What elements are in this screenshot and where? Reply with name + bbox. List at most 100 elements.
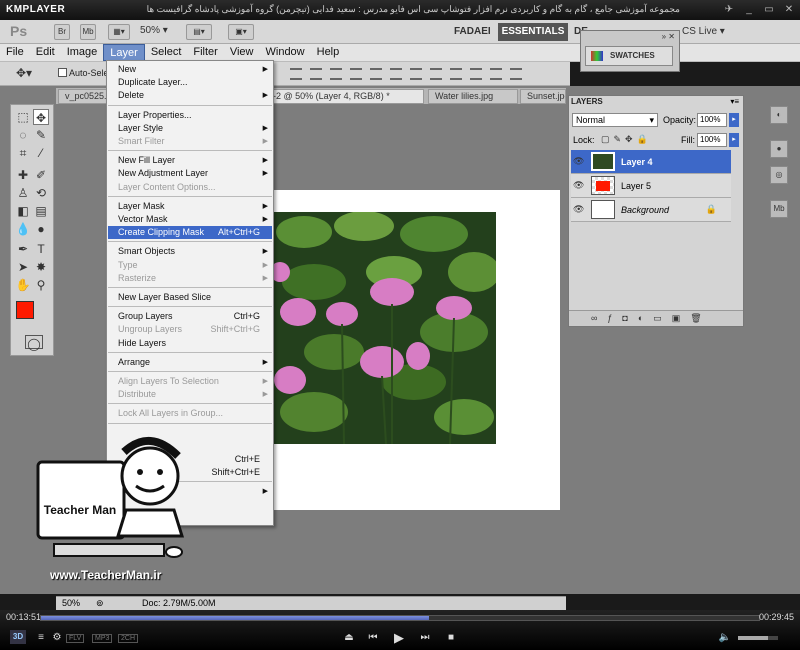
zoom-tool-icon[interactable]: ⚲	[33, 277, 49, 293]
volume-slider[interactable]	[738, 636, 778, 640]
distribute-bottom-icon[interactable]	[450, 68, 462, 80]
layer-menu-arrange[interactable]: Arrange ▶	[108, 356, 272, 369]
menu-view[interactable]: View	[224, 44, 260, 61]
gradient-tool-icon[interactable]: ▤	[33, 203, 49, 219]
layer-row-layer-4[interactable]: 👁 Layer 4	[571, 150, 731, 174]
seek-bar[interactable]	[40, 615, 760, 621]
distribute-top-icon[interactable]	[410, 68, 422, 80]
shape-tool-icon[interactable]: ✸	[33, 259, 49, 275]
layer-menu-create-clipping-mask[interactable]: Create Clipping Mask Alt+Ctrl+G	[108, 226, 272, 240]
close-icon[interactable]: ✕	[782, 3, 796, 16]
doc-tab-water-lilies[interactable]: Water lilies.jpg	[428, 89, 518, 104]
marquee-tool-icon[interactable]: ⬚	[15, 109, 31, 125]
layers-tab[interactable]: LAYERS	[571, 97, 611, 109]
previous-icon[interactable]: ⏮	[366, 631, 380, 645]
blur-tool-icon[interactable]: 💧	[15, 221, 31, 237]
layer-menu-smart-objects[interactable]: Smart Objects ▶	[108, 245, 272, 258]
zoom-status[interactable]: 50%	[62, 598, 80, 608]
menu-window[interactable]: Window	[260, 44, 311, 61]
stop-icon[interactable]: ■	[444, 631, 458, 645]
minimize-icon[interactable]: _	[742, 3, 756, 16]
menu-help[interactable]: Help	[311, 44, 346, 61]
lock-icons[interactable]: ▢✎✥🔒	[601, 134, 652, 145]
align-bottom-icon[interactable]	[330, 68, 342, 80]
eject-icon[interactable]: ⏏	[342, 631, 356, 645]
playlist-icon[interactable]: ≡	[34, 631, 48, 645]
foreground-color-swatch[interactable]	[16, 301, 34, 319]
align-left-icon[interactable]	[350, 68, 362, 80]
healing-brush-icon[interactable]: ✚	[15, 167, 31, 183]
play-icon[interactable]: ▶	[392, 631, 406, 645]
visibility-eye-icon[interactable]: 👁	[573, 156, 587, 168]
menu-filter[interactable]: Filter	[187, 44, 223, 61]
eraser-tool-icon[interactable]: ◧	[15, 203, 31, 219]
dodge-tool-icon[interactable]: ●	[33, 221, 49, 237]
bridge-button[interactable]: Br	[54, 24, 70, 40]
zoom-select[interactable]: 50% ▾	[140, 25, 168, 36]
styles-icon[interactable]: ●	[770, 140, 788, 158]
layer-menu-layer-style[interactable]: Layer Style ▶	[108, 122, 272, 135]
screen-mode-button[interactable]: ▣▾	[228, 24, 254, 40]
layer-menu-layer-mask[interactable]: Layer Mask ▶	[108, 200, 272, 213]
fill-input[interactable]: 100%	[697, 133, 727, 147]
lasso-tool-icon[interactable]: ◌	[15, 127, 31, 143]
layer-menu-new-layer-based-slice[interactable]: New Layer Based Slice	[108, 291, 272, 304]
align-right-icon[interactable]	[390, 68, 402, 80]
menu-file[interactable]: File	[0, 44, 30, 61]
layer-menu-hide-layers[interactable]: Hide Layers	[108, 337, 272, 350]
crop-tool-icon[interactable]: ⌗	[15, 145, 31, 161]
mini-bridge-button[interactable]: Mb	[80, 24, 96, 40]
move-tool-icon[interactable]: ✥▾	[16, 66, 32, 80]
type-tool-icon[interactable]: T	[33, 241, 49, 257]
layer-menu-vector-mask[interactable]: Vector Mask ▶	[108, 213, 272, 226]
hand-tool-icon[interactable]: ✋	[15, 277, 31, 293]
maximize-icon[interactable]: ▭	[762, 3, 776, 16]
collapse-panel-icon[interactable]: » ✕	[662, 32, 675, 41]
next-icon[interactable]: ⏭	[418, 631, 432, 645]
path-select-tool-icon[interactable]: ➤	[15, 259, 31, 275]
opacity-slider-button[interactable]: ▸	[729, 113, 739, 127]
view-extras-button[interactable]: ▦▾	[108, 24, 130, 40]
brush-tool-icon[interactable]: ✐	[33, 167, 49, 183]
opacity-input[interactable]: 100%	[697, 113, 727, 127]
layer-menu-duplicate-layer[interactable]: Duplicate Layer...	[108, 76, 272, 89]
visibility-eye-icon[interactable]: 👁	[573, 180, 587, 192]
distribute-left-icon[interactable]	[470, 68, 482, 80]
menu-image[interactable]: Image	[61, 44, 104, 61]
blend-mode-select[interactable]: Normal ▾	[572, 113, 658, 127]
quick-select-tool-icon[interactable]: ✎	[33, 127, 49, 143]
cs-live-button[interactable]: CS Live ▾	[682, 26, 725, 37]
adjustments-icon[interactable]: ◐	[770, 106, 788, 124]
pin-icon[interactable]: ✈	[722, 3, 736, 16]
doc-tab-sunset[interactable]: Sunset.jpg	[520, 89, 566, 104]
layer-menu-delete[interactable]: Delete ▶	[108, 89, 272, 102]
status-info-icon[interactable]: ⊚	[96, 598, 104, 609]
settings-icon[interactable]: ⚙	[50, 631, 64, 645]
layer-row-layer-5[interactable]: 👁 Layer 5	[571, 174, 731, 198]
align-top-icon[interactable]	[290, 68, 302, 80]
3d-badge[interactable]: 3D	[10, 630, 26, 644]
layer-menu-new-fill-layer[interactable]: New Fill Layer ▶	[108, 154, 272, 167]
volume-icon[interactable]: 🔈	[718, 631, 732, 645]
layer-menu-new[interactable]: New ▶	[108, 63, 272, 76]
mini-bridge-dock-icon[interactable]: Mb	[770, 200, 788, 218]
layer-action-icons[interactable]: ∞ƒ◘◐▭▣🗑	[591, 313, 712, 324]
layer-menu-new-adjustment-layer[interactable]: New Adjustment Layer ▶	[108, 167, 272, 180]
history-brush-icon[interactable]: ⟲	[33, 185, 49, 201]
panel-menu-icon[interactable]: ▾≡	[730, 97, 739, 106]
distribute-vcenter-icon[interactable]	[430, 68, 442, 80]
fill-slider-button[interactable]: ▸	[729, 133, 739, 147]
pen-tool-icon[interactable]: ✒	[15, 241, 31, 257]
layer-menu-layer-properties[interactable]: Layer Properties...	[108, 109, 272, 122]
workspace-essentials[interactable]: ESSENTIALS	[498, 23, 568, 41]
menu-select[interactable]: Select	[145, 44, 188, 61]
layer-row-background[interactable]: 👁 Background 🔒	[571, 198, 731, 222]
visibility-eye-icon[interactable]: 👁	[573, 204, 587, 216]
arrange-documents-button[interactable]: ▤▾	[186, 24, 212, 40]
clone-stamp-icon[interactable]: ♙	[15, 185, 31, 201]
move-tool-icon[interactable]: ✥	[33, 109, 49, 125]
doc-tab-active[interactable]: ed-2 @ 50% (Layer 4, RGB/8) *	[256, 89, 424, 104]
distribute-hcenter-icon[interactable]	[490, 68, 502, 80]
quick-mask-icon[interactable]: ◯	[25, 335, 43, 351]
menu-edit[interactable]: Edit	[30, 44, 61, 61]
